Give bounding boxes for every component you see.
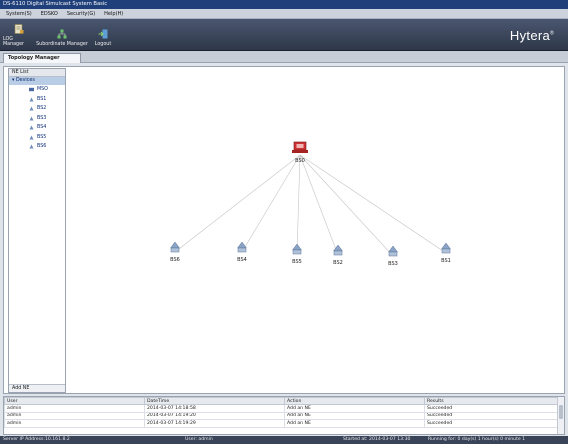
toolbar: LOG Manager Subordinate Manager Logout H… [0, 19, 568, 51]
cell-action: Add an NE [284, 404, 425, 413]
tree-header: NE List [9, 69, 65, 77]
cell-datetime: 2014-03-07 14:19:29 [144, 419, 285, 428]
log-scrollbar[interactable] [557, 397, 564, 434]
tree-item-bs3[interactable]: BS3 [9, 114, 65, 124]
logout-label: Logout [94, 42, 112, 47]
cell-results: Succeeded [424, 411, 560, 421]
menu-system[interactable]: System(S) [6, 11, 32, 17]
menu-security[interactable]: Security(G) [67, 11, 95, 17]
cell-user: admin [4, 411, 145, 421]
base-station-icon [237, 241, 247, 253]
topology-links [174, 154, 447, 257]
tree-item-bs5[interactable]: BS5 [9, 133, 65, 143]
node-bs2[interactable]: BS2 [333, 244, 343, 266]
cell-results: Succeeded [424, 419, 560, 428]
cell-datetime: 2014-03-07 14:18:58 [144, 404, 285, 413]
base-station-icon [29, 116, 34, 121]
status-started: Started at: 2014-03-07 13:30 [343, 437, 411, 442]
switch-icon [29, 88, 34, 92]
scrollbar-thumb[interactable] [559, 405, 563, 419]
subordinate-manager-label: Subordinate Manager [36, 42, 88, 47]
base-station-icon [292, 243, 302, 255]
tree-item-mso[interactable]: MSO [9, 85, 65, 95]
base-station-icon [29, 97, 34, 102]
tree-root-devices[interactable]: ▾ Devices [9, 77, 65, 85]
table-row[interactable]: admin 2014-03-07 14:19:29 Add an NE Succ… [4, 419, 560, 428]
tab-bar: Topology Manager [0, 51, 568, 63]
subordinate-manager-icon [57, 29, 67, 39]
base-station-icon [29, 144, 34, 149]
ne-tree-panel: NE List ▾ Devices MSO BS1 BS2 BS3 BS4 BS… [8, 68, 66, 393]
hytera-logo: Hytera® [509, 28, 554, 43]
topology-graph: BS0 BS6 BS4 BS5 BS2 BS3 BS1 [170, 141, 451, 267]
subordinate-manager-button[interactable]: Subordinate Manager [36, 21, 88, 49]
cell-user: admin [4, 404, 145, 413]
node-bs5[interactable]: BS5 [292, 243, 302, 265]
log-manager-label: LOG Manager [3, 37, 25, 47]
cell-results: Succeeded [424, 404, 560, 413]
menu-bar: System(S) EDSKO Security(G) Help(H) [0, 9, 568, 19]
tree-item-bs4[interactable]: BS4 [9, 123, 65, 133]
logout-icon [98, 29, 108, 39]
column-header-datetime[interactable]: DateTime [144, 397, 285, 405]
column-header-results[interactable]: Results [424, 397, 560, 405]
tree-item-bs2[interactable]: BS2 [9, 104, 65, 114]
link-bs5 [296, 154, 301, 255]
column-header-user[interactable]: User [4, 397, 145, 405]
node-label-bs4: BS4 [237, 257, 247, 263]
link-bs3 [299, 154, 394, 257]
node-label-bs1: BS1 [441, 258, 451, 264]
base-station-icon [388, 245, 398, 257]
tree-item-bs6[interactable]: BS6 [9, 142, 65, 152]
base-station-icon [170, 241, 180, 253]
log-manager-button[interactable]: LOG Manager [3, 21, 35, 49]
base-station-icon [29, 135, 34, 140]
node-label-bs5: BS5 [292, 259, 302, 265]
window-title: DS-6110 Digital Simulcast System Basic [0, 0, 568, 9]
cell-user: admin [4, 419, 145, 428]
log-header-row: User DateTime Action Results [4, 397, 560, 405]
link-bs1 [299, 154, 447, 254]
node-label-bs6: BS6 [170, 257, 180, 263]
column-header-action[interactable]: Action [284, 397, 425, 405]
link-bs4 [241, 154, 301, 253]
status-bar: Server IP Address:10.161.8.2 User: admin… [0, 436, 568, 444]
node-bs3[interactable]: BS3 [388, 245, 398, 267]
link-bs6 [174, 154, 301, 253]
tree-item-bs1[interactable]: BS1 [9, 95, 65, 105]
link-bs2 [299, 154, 339, 256]
switch-icon [292, 141, 308, 153]
base-station-icon [441, 242, 451, 254]
base-station-icon [29, 125, 34, 130]
topology-canvas[interactable]: BS0 BS6 BS4 BS5 BS2 BS3 BS1 [70, 69, 564, 392]
table-row[interactable]: admin 2014-03-07 14:19:20 Add an NE Succ… [4, 411, 560, 421]
tab-topology-manager[interactable]: Topology Manager [3, 53, 81, 63]
menu-edsko[interactable]: EDSKO [41, 11, 58, 17]
operation-log-table: User DateTime Action Results admin 2014-… [3, 396, 565, 435]
logout-button[interactable]: Logout [91, 21, 115, 49]
status-server-ip: Server IP Address:10.161.8.2 [3, 437, 70, 442]
node-label-bs0: BS0 [295, 158, 305, 164]
node-bs4[interactable]: BS4 [237, 241, 247, 263]
node-bs1[interactable]: BS1 [441, 242, 451, 264]
status-running: Running for: 0 day(s) 1 hour(s) 0 minute… [428, 437, 526, 442]
menu-help[interactable]: Help(H) [104, 11, 123, 17]
cell-action: Add an NE [284, 419, 425, 428]
node-label-bs3: BS3 [388, 261, 398, 267]
base-station-icon [29, 106, 34, 111]
table-row[interactable]: admin 2014-03-07 14:18:58 Add an NE Succ… [4, 404, 560, 413]
node-label-bs2: BS2 [333, 260, 343, 266]
status-user: User: admin [185, 437, 213, 442]
cell-action: Add an NE [284, 411, 425, 421]
node-bs6[interactable]: BS6 [170, 241, 180, 263]
add-ne-button[interactable]: Add NE [9, 384, 65, 392]
log-manager-icon [14, 24, 24, 34]
cell-datetime: 2014-03-07 14:19:20 [144, 411, 285, 421]
